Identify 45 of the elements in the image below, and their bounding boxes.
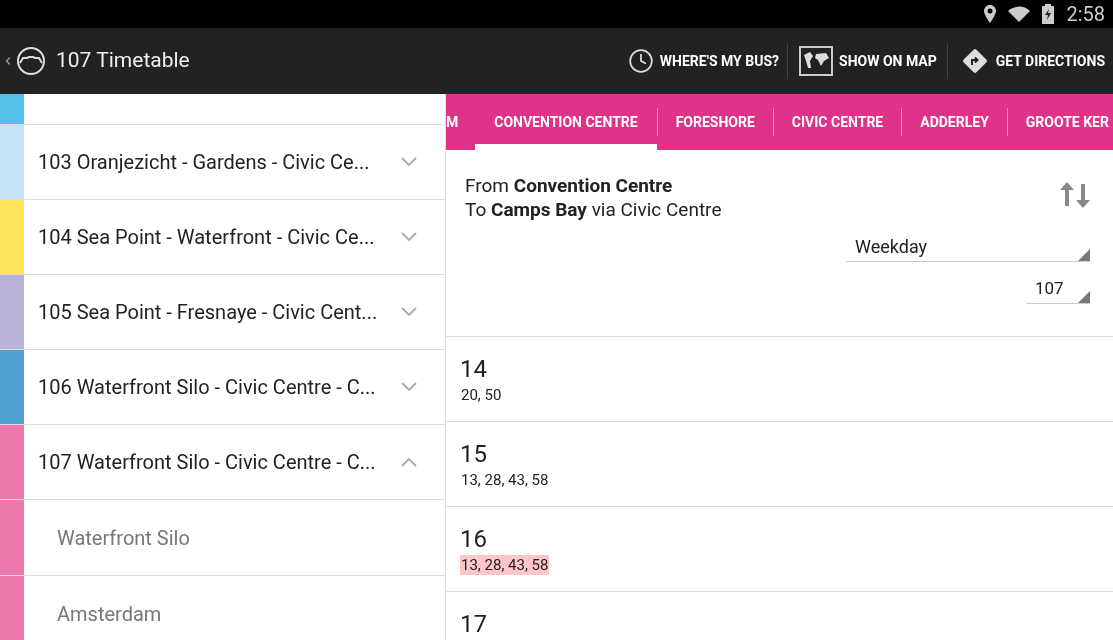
dropdown-caret-icon — [1078, 291, 1090, 303]
stop-tab[interactable]: M — [446, 94, 476, 150]
action-button[interactable]: WHERE'S MY BUS? — [619, 28, 787, 94]
hour-label: 17 — [460, 610, 488, 638]
to-stop: To Camps Bay via Civic Centre — [465, 198, 722, 222]
route-name: 106 Waterfront Silo - Civic Centre - C... — [38, 374, 377, 401]
from-stop: From Convention Centre — [465, 174, 673, 198]
route-name: 107 Waterfront Silo - Civic Centre - C... — [38, 449, 377, 476]
dropdown-caret-icon — [1078, 249, 1090, 261]
route-item[interactable]: 103 Oranjezicht - Gardens - Civic Ce... — [0, 125, 445, 200]
route-item[interactable]: 104 Sea Point - Waterfront - Civic Ce... — [0, 200, 445, 275]
route-item[interactable]: 107 Waterfront Silo - Civic Centre - C... — [0, 425, 445, 500]
route-dropdown[interactable]: 107 — [1026, 274, 1090, 304]
day-dropdown[interactable]: Weekday — [846, 232, 1090, 262]
clock-icon — [627, 48, 654, 74]
route-name: 103 Oranjezicht - Gardens - Civic Ce... — [38, 149, 371, 176]
departure-minutes: 20, 50 — [460, 385, 503, 405]
stop-item[interactable]: Waterfront Silo — [0, 500, 445, 576]
action-button[interactable]: GET DIRECTIONS — [947, 28, 1113, 94]
battery-icon — [1042, 4, 1055, 24]
swap-direction-button[interactable] — [1059, 182, 1091, 208]
hour-label: 14 — [460, 355, 488, 383]
route-item[interactable]: 106 Waterfront Silo - Civic Centre - C... — [0, 350, 445, 425]
departure-minutes: 13, 28, 43, 58 — [460, 470, 550, 490]
stop-name: Waterfront Silo — [57, 524, 190, 552]
hour-label: 15 — [460, 440, 488, 468]
clock-time: 2:58 — [1066, 1, 1105, 28]
stop-tab[interactable]: CIVIC CENTRE — [773, 94, 902, 150]
route-item[interactable]: 105 Sea Point - Fresnaye - Civic Cent... — [0, 275, 445, 350]
stop-tab[interactable]: GROOTE KER — [1007, 94, 1113, 150]
stop-name: Amsterdam — [57, 600, 162, 628]
action-button[interactable]: SHOW ON MAP — [788, 28, 947, 94]
stop-tab[interactable]: FORESHORE — [657, 94, 773, 150]
window-title: 107 Timetable — [56, 47, 190, 75]
departure-minutes: 13, 28, 43, 58 — [460, 555, 550, 575]
location-pin-icon — [984, 5, 997, 23]
stop-tab[interactable]: ADDERLEY — [902, 94, 1007, 150]
hour-label: 16 — [460, 525, 488, 553]
stop-item[interactable]: Amsterdam — [0, 576, 445, 640]
app-logo-icon — [16, 46, 46, 76]
swap-arrows-icon — [1059, 182, 1091, 208]
wifi-icon — [1008, 6, 1031, 22]
world-map-icon — [799, 46, 833, 76]
route-name: 105 Sea Point - Fresnaye - Civic Cent... — [38, 299, 379, 326]
route-name: 104 Sea Point - Waterfront - Civic Ce... — [38, 224, 376, 251]
